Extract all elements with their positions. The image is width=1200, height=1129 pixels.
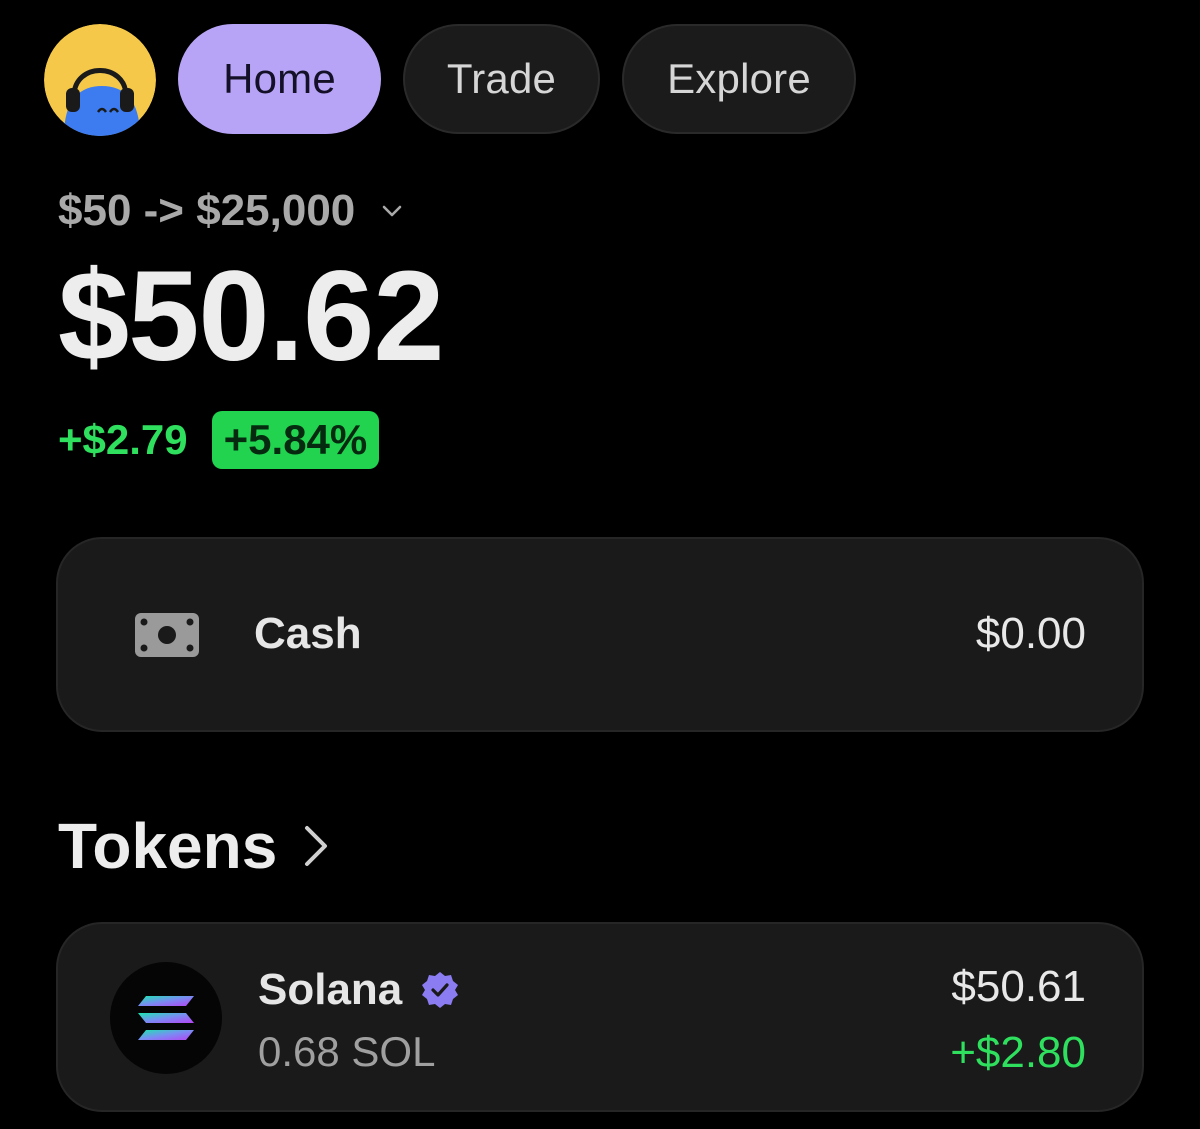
avatar-headphones-icon [44, 24, 156, 136]
chevron-right-icon [305, 826, 328, 866]
tab-trade[interactable]: Trade [403, 24, 600, 134]
cash-value: $0.00 [975, 609, 1086, 658]
change-percent-badge: +5.84% [211, 411, 380, 469]
account-name: $50 -> $25,000 [58, 186, 356, 235]
tokens-header[interactable]: Tokens [58, 808, 329, 884]
token-row-solana[interactable]: Solana 0.68 SOL $50.61 +$2.80 [56, 922, 1144, 1112]
cash-label: Cash [254, 609, 362, 658]
portfolio-change-row: +$2.79 +5.84% [58, 410, 380, 470]
solana-logo-icon [110, 962, 222, 1074]
portfolio-balance: $50.62 [58, 245, 444, 388]
tab-home-label: Home [223, 55, 336, 102]
tab-explore[interactable]: Explore [622, 24, 856, 134]
token-change: +$2.80 [950, 1028, 1086, 1077]
tab-home[interactable]: Home [178, 24, 381, 134]
tab-trade-label: Trade [446, 55, 557, 102]
tokens-title: Tokens [58, 810, 278, 882]
avatar[interactable] [44, 24, 156, 136]
token-value: $50.61 [951, 962, 1086, 1011]
account-selector[interactable]: $50 -> $25,000 [58, 182, 403, 240]
tab-explore-label: Explore [667, 55, 811, 102]
cash-card[interactable]: Cash $0.00 [56, 537, 1144, 732]
token-amount: 0.68 SOL [258, 1028, 436, 1075]
cash-bill-icon [135, 613, 199, 657]
change-amount: +$2.79 [58, 416, 188, 463]
verified-badge-icon [422, 972, 459, 1008]
token-name: Solana [258, 965, 403, 1014]
token-name-row: Solana [258, 962, 460, 1018]
chevron-down-icon [382, 205, 402, 217]
